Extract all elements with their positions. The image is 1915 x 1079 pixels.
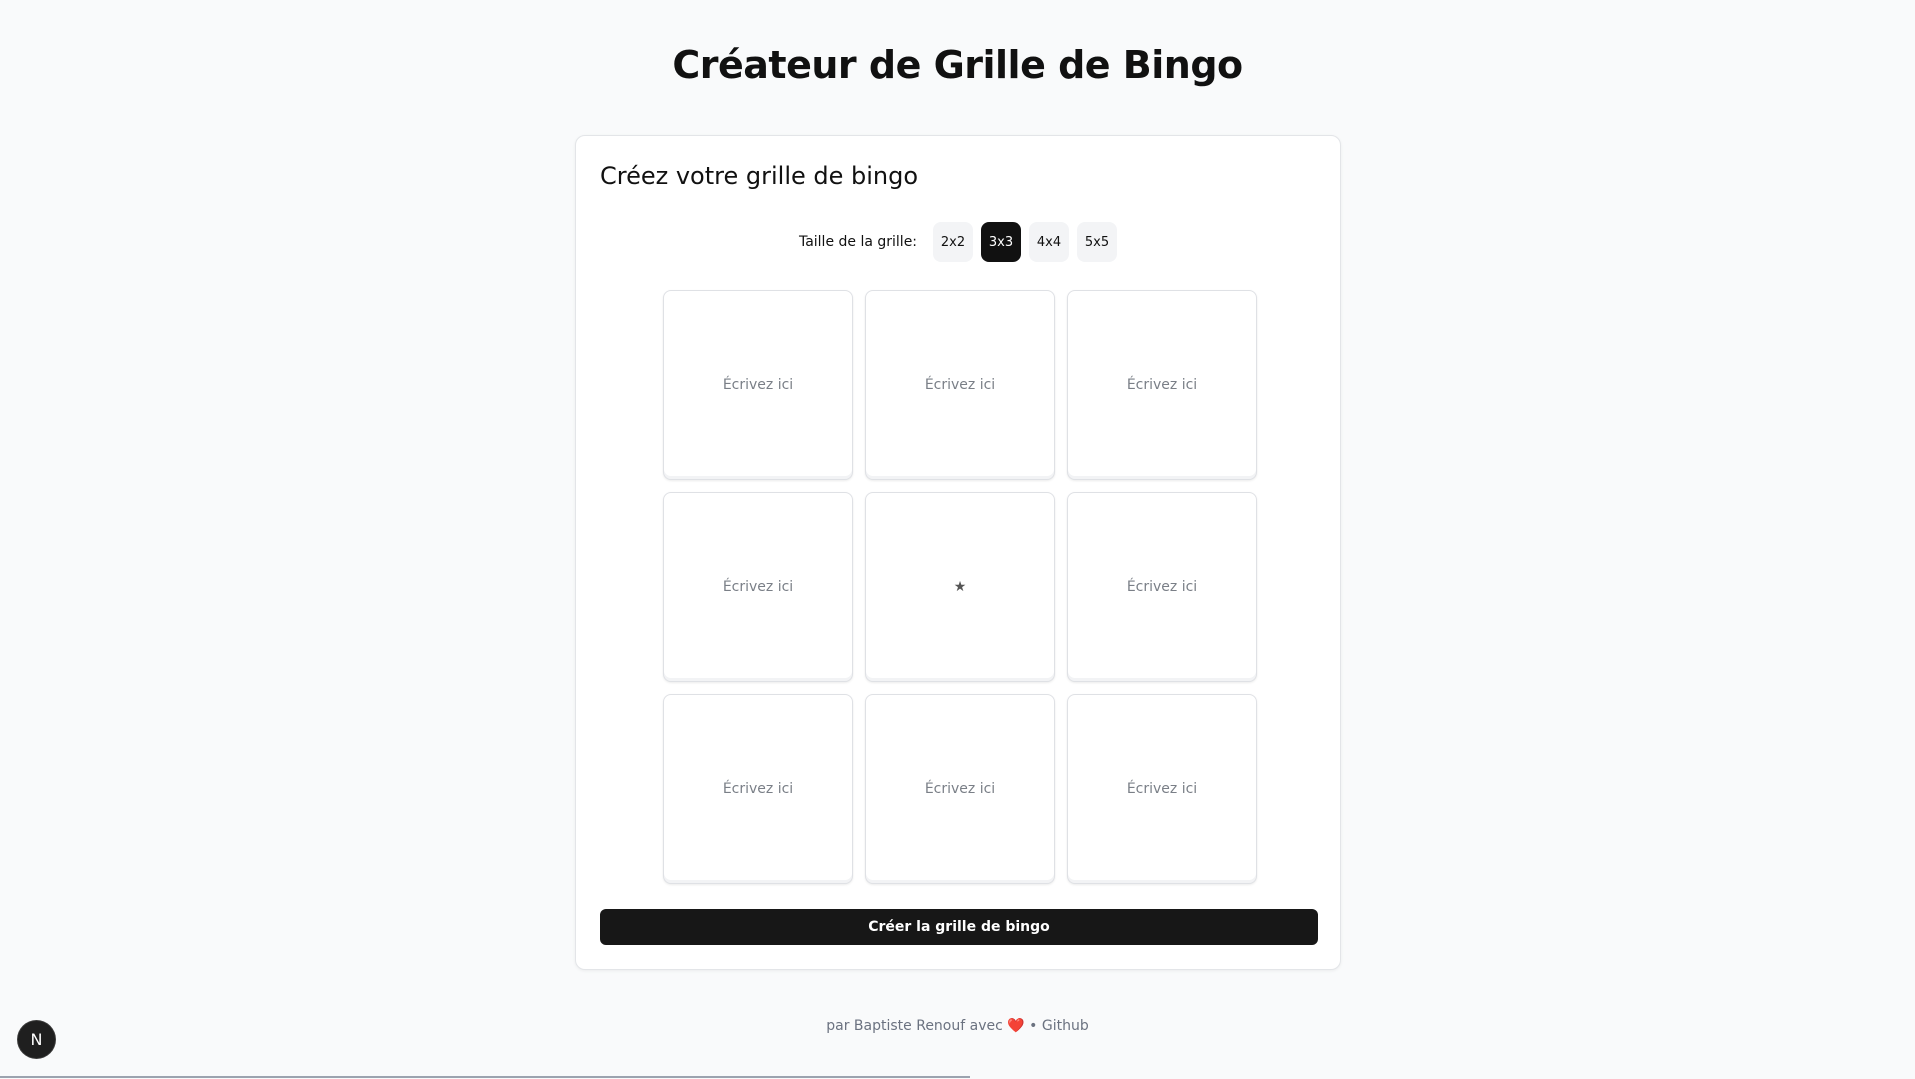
- page: Créateur de Grille de Bingo Créez votre …: [0, 0, 1915, 1079]
- bingo-cell[interactable]: Écrivez ici: [663, 694, 853, 884]
- bingo-cell[interactable]: Écrivez ici: [865, 290, 1055, 480]
- bingo-cell[interactable]: Écrivez ici: [1067, 290, 1257, 480]
- page-title: Créateur de Grille de Bingo: [672, 43, 1243, 87]
- bingo-cell[interactable]: Écrivez ici: [663, 290, 853, 480]
- grid-size-selector: Taille de la grille: 2x2 3x3 4x4 5x5: [576, 222, 1340, 262]
- bingo-cell[interactable]: Écrivez ici: [663, 492, 853, 682]
- heart-icon: ❤️: [1007, 1018, 1025, 1034]
- size-button-5x5[interactable]: 5x5: [1077, 222, 1118, 262]
- footer-separator: •: [1029, 1018, 1038, 1034]
- footer-credit: par Baptiste Renouf avec: [826, 1018, 1003, 1034]
- size-button-2x2[interactable]: 2x2: [933, 222, 974, 262]
- bingo-cell[interactable]: Écrivez ici: [1067, 694, 1257, 884]
- loading-bar: [0, 1076, 970, 1078]
- bingo-card: Créez votre grille de bingo Taille de la…: [575, 135, 1341, 970]
- footer: par Baptiste Renouf avec ❤️ • Github: [0, 1018, 1915, 1034]
- card-title: Créez votre grille de bingo: [600, 162, 919, 190]
- github-link[interactable]: Github: [1042, 1018, 1089, 1034]
- bingo-cell[interactable]: Écrivez ici: [865, 694, 1055, 884]
- nextjs-badge-icon[interactable]: N: [18, 1021, 55, 1058]
- size-button-3x3[interactable]: 3x3: [981, 222, 1022, 262]
- grid-size-label: Taille de la grille:: [798, 234, 918, 250]
- create-grid-button[interactable]: Créer la grille de bingo: [600, 909, 1318, 945]
- size-button-4x4[interactable]: 4x4: [1029, 222, 1070, 262]
- bingo-grid: Écrivez ici Écrivez ici Écrivez ici Écri…: [663, 290, 1257, 884]
- bingo-cell[interactable]: Écrivez ici: [1067, 492, 1257, 682]
- badge-letter: N: [30, 1030, 43, 1049]
- bingo-cell-center-star[interactable]: ★: [865, 492, 1055, 682]
